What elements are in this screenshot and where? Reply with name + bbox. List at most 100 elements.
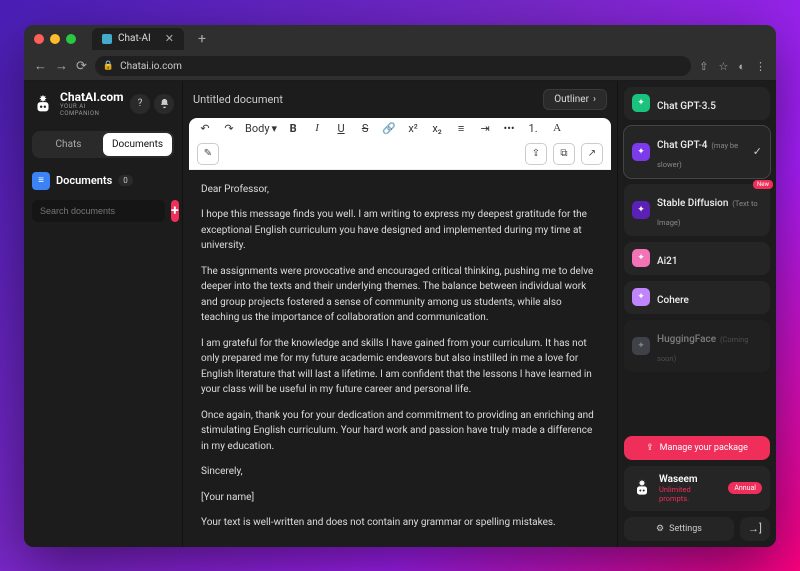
- share-icon[interactable]: ⇧: [699, 60, 708, 73]
- main-column: Untitled document Outliner › ↶ ↷ Body▾ B…: [182, 81, 618, 547]
- logo-row: ChatAI.com YOUR AI COMPANION ?: [24, 81, 182, 127]
- tab-chats[interactable]: Chats: [34, 133, 103, 156]
- copy-button[interactable]: ⧉: [553, 143, 575, 165]
- editor-toolbar-secondary: ✎ ⇪ ⧉ ↗: [189, 139, 611, 170]
- settings-label: Settings: [669, 524, 702, 534]
- model-name: Stable Diffusion: [657, 198, 728, 209]
- superscript-icon[interactable]: x²: [405, 122, 421, 135]
- paragraph: The assignments were provocative and enc…: [201, 264, 599, 326]
- tab-close-icon[interactable]: ✕: [165, 32, 174, 45]
- model-name: Ai21: [657, 256, 678, 267]
- model-name: Chat GPT-4: [657, 140, 707, 151]
- gear-icon: ⚙: [656, 524, 664, 534]
- documents-section-icon: ≡: [32, 172, 50, 190]
- check-icon: ✓: [753, 145, 762, 158]
- profile-avatar-icon[interactable]: ◐: [738, 60, 745, 73]
- user-plan: Unlimited prompts.: [659, 485, 721, 503]
- chevron-right-icon: ›: [593, 94, 596, 105]
- close-window-icon[interactable]: [34, 34, 44, 44]
- underline-icon[interactable]: U: [333, 122, 349, 135]
- url-text: Chatai.io.com: [120, 61, 182, 72]
- new-tab-button[interactable]: +: [198, 31, 206, 47]
- upload-icon: ⇪: [646, 443, 654, 453]
- strike-icon[interactable]: S: [357, 122, 373, 135]
- document-header: Untitled document Outliner ›: [183, 81, 617, 118]
- undo-icon[interactable]: ↶: [197, 122, 213, 135]
- nav-reload-icon[interactable]: ⟳: [76, 59, 87, 74]
- model-icon: ✦: [632, 201, 650, 219]
- model-icon: ✦: [632, 143, 650, 161]
- plan-badge: Annual: [728, 482, 762, 494]
- browser-tab[interactable]: Chat-AI ✕: [92, 28, 184, 50]
- link-icon[interactable]: 🔗: [381, 122, 397, 135]
- model-card[interactable]: ✦HuggingFace (Coming soon): [624, 320, 770, 372]
- paragraph: Your text is well-written and does not c…: [201, 515, 599, 531]
- search-row: +: [32, 200, 174, 222]
- brand-name: ChatAI.com: [60, 91, 124, 103]
- addressbar[interactable]: 🔒 Chatai.io.com: [95, 56, 691, 76]
- outliner-button[interactable]: Outliner ›: [543, 89, 607, 110]
- model-icon: ✦: [632, 94, 650, 112]
- minimize-window-icon[interactable]: [50, 34, 60, 44]
- logout-button[interactable]: →]: [740, 517, 770, 541]
- align-icon[interactable]: ≡: [453, 122, 469, 135]
- model-icon: ✦: [632, 337, 650, 355]
- maximize-window-icon[interactable]: [66, 34, 76, 44]
- paragraph: I am grateful for the knowledge and skil…: [201, 336, 599, 398]
- italic-icon[interactable]: I: [309, 122, 325, 134]
- nav-back-icon[interactable]: ←: [34, 58, 47, 74]
- model-card[interactable]: ✦Ai21: [624, 242, 770, 275]
- bookmark-icon[interactable]: ☆: [718, 60, 728, 73]
- manage-package-button[interactable]: ⇪ Manage your package: [624, 436, 770, 460]
- document-editor[interactable]: Dear Professor,I hope this message finds…: [183, 170, 617, 547]
- document-title[interactable]: Untitled document: [193, 93, 535, 106]
- redo-icon[interactable]: ↷: [221, 122, 237, 135]
- compose-button[interactable]: ✎: [197, 143, 219, 165]
- titlebar: Chat-AI ✕ +: [24, 25, 776, 53]
- nav-forward-icon[interactable]: →: [55, 58, 68, 74]
- help-icon[interactable]: ?: [130, 94, 150, 114]
- tab-title: Chat-AI: [118, 33, 151, 44]
- tab-documents[interactable]: Documents: [103, 133, 172, 156]
- bell-icon[interactable]: [154, 94, 174, 114]
- font-icon[interactable]: A: [549, 122, 565, 134]
- outliner-label: Outliner: [554, 94, 589, 105]
- paragraph: Dear Professor,: [201, 182, 599, 198]
- subscript-icon[interactable]: x₂: [429, 122, 445, 135]
- model-card[interactable]: ✦Stable Diffusion (Text to Image)New: [624, 184, 770, 236]
- search-input[interactable]: [32, 200, 165, 222]
- logout-icon: →]: [748, 522, 762, 535]
- user-name: Waseem: [659, 474, 721, 485]
- rail-footer: ⇪ Manage your package Waseem Unlimited p…: [624, 436, 770, 541]
- browser-window: Chat-AI ✕ + ← → ⟳ 🔒 Chatai.io.com ⇧ ☆ ◐ …: [24, 25, 776, 547]
- bold-icon[interactable]: B: [285, 122, 301, 135]
- numbered-list-icon[interactable]: 1.: [525, 122, 541, 135]
- browser-menu-icon[interactable]: ⋮: [755, 60, 766, 73]
- bulleted-list-icon[interactable]: •••: [501, 122, 517, 135]
- model-card[interactable]: ✦Cohere: [624, 281, 770, 314]
- style-select-label: Body: [245, 122, 270, 135]
- brand-tagline: YOUR AI COMPANION: [60, 103, 124, 117]
- export-button[interactable]: ↗: [581, 143, 603, 165]
- indent-icon[interactable]: ⇥: [477, 122, 493, 135]
- model-name: Chat GPT-3.5: [657, 101, 716, 112]
- sidebar: ChatAI.com YOUR AI COMPANION ? Chats Doc…: [24, 81, 182, 547]
- model-name: Cohere: [657, 295, 689, 306]
- logo-icon: [32, 93, 54, 115]
- upload-button[interactable]: ⇪: [525, 143, 547, 165]
- model-card[interactable]: ✦ Chat GPT-3.5: [624, 87, 770, 120]
- tab-favicon-icon: [102, 34, 112, 44]
- paragraph: Once again, thank you for your dedicatio…: [201, 408, 599, 455]
- new-document-button[interactable]: +: [171, 200, 179, 222]
- new-badge: New: [753, 180, 773, 189]
- lock-icon: 🔒: [103, 61, 114, 71]
- user-avatar-icon: [632, 478, 652, 498]
- model-name: HuggingFace: [657, 334, 716, 345]
- user-card[interactable]: Waseem Unlimited prompts. Annual: [624, 466, 770, 511]
- model-card[interactable]: ✦Chat GPT-4 (may be slower)✓: [624, 126, 770, 178]
- style-select[interactable]: Body▾: [245, 122, 277, 135]
- documents-count-badge: 0: [118, 175, 133, 186]
- editor-toolbar: ↶ ↷ Body▾ B I U S 🔗 x² x₂ ≡ ⇥ ••• 1. A: [189, 118, 611, 139]
- model-rail: ✦Chat GPT-3.5✦Chat GPT-4 (may be slower)…: [618, 81, 776, 547]
- settings-button[interactable]: ⚙ Settings: [624, 517, 734, 541]
